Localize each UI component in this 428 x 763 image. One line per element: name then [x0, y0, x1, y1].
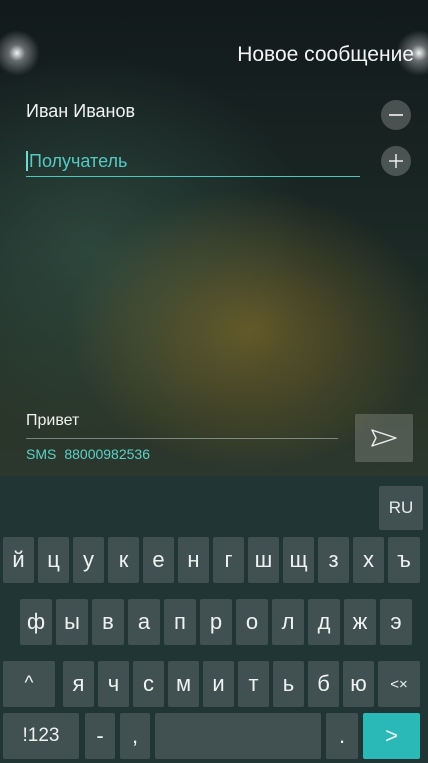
key[interactable]: ы: [56, 599, 88, 645]
key[interactable]: ж: [344, 599, 376, 645]
key[interactable]: д: [308, 599, 340, 645]
keyboard-row-2: ф ы в а п р о л д ж э: [0, 599, 428, 649]
key[interactable]: х: [353, 537, 384, 583]
space-key[interactable]: [155, 713, 321, 759]
key[interactable]: о: [236, 599, 268, 645]
on-screen-keyboard: RU й ц у к е н г ш щ з х ъ ф ы в а п р о…: [0, 476, 428, 763]
key[interactable]: р: [200, 599, 232, 645]
key[interactable]: ъ: [388, 537, 420, 583]
key[interactable]: г: [213, 537, 244, 583]
recipient-chip: Иван Иванов: [26, 101, 136, 121]
phone-number: 88000982536: [64, 446, 150, 462]
key[interactable]: я: [63, 661, 94, 707]
numbers-key[interactable]: !123: [3, 713, 79, 759]
key[interactable]: ю: [343, 661, 374, 707]
key[interactable]: с: [133, 661, 164, 707]
key[interactable]: и: [203, 661, 234, 707]
sms-channel-info: SMS 88000982536: [26, 446, 150, 462]
key[interactable]: ф: [20, 599, 52, 645]
recipient-placeholder: Получатель: [29, 150, 128, 171]
keyboard-row-3: ^ я ч с м и т ь б ю <×: [0, 661, 428, 711]
plus-circle-icon: [389, 154, 403, 168]
key[interactable]: ш: [248, 537, 279, 583]
keyboard-row-1: й ц у к е н г ш щ з х ъ: [0, 537, 428, 587]
message-underline: [26, 438, 338, 439]
key[interactable]: ь: [273, 661, 304, 707]
text-cursor: [26, 151, 28, 171]
go-key[interactable]: >: [363, 713, 420, 759]
minus-circle-icon: [389, 114, 403, 116]
key[interactable]: т: [238, 661, 269, 707]
key[interactable]: п: [164, 599, 196, 645]
key[interactable]: э: [380, 599, 412, 645]
key[interactable]: м: [168, 661, 199, 707]
language-key[interactable]: RU: [379, 486, 423, 530]
send-button[interactable]: [355, 414, 413, 462]
key[interactable]: у: [73, 537, 104, 583]
key[interactable]: й: [3, 537, 34, 583]
key[interactable]: б: [308, 661, 339, 707]
backspace-key[interactable]: <×: [378, 661, 420, 707]
key[interactable]: з: [318, 537, 349, 583]
shift-key[interactable]: ^: [3, 661, 55, 707]
message-input[interactable]: Привет: [26, 412, 79, 430]
dash-key[interactable]: -: [85, 713, 115, 759]
page-title: Новое сообщение: [237, 43, 414, 66]
recipient-input[interactable]: Получатель: [26, 146, 360, 177]
channel-label: SMS: [26, 446, 57, 462]
keyboard-row-4: !123 - , . >: [0, 713, 428, 763]
key[interactable]: ц: [38, 537, 69, 583]
key[interactable]: н: [178, 537, 209, 583]
key[interactable]: л: [272, 599, 304, 645]
key[interactable]: в: [92, 599, 124, 645]
key[interactable]: а: [128, 599, 160, 645]
add-recipient-button[interactable]: [381, 146, 411, 176]
comma-key[interactable]: ,: [120, 713, 150, 759]
send-arrow-icon: [371, 429, 397, 447]
period-key[interactable]: .: [326, 713, 358, 759]
remove-recipient-button[interactable]: [381, 100, 411, 130]
key[interactable]: е: [143, 537, 174, 583]
key[interactable]: щ: [283, 537, 314, 583]
key[interactable]: к: [108, 537, 139, 583]
key[interactable]: ч: [98, 661, 129, 707]
corner-glow-left: [0, 30, 40, 76]
messaging-screen: Новое сообщение Иван Иванов Получатель П…: [0, 0, 428, 763]
